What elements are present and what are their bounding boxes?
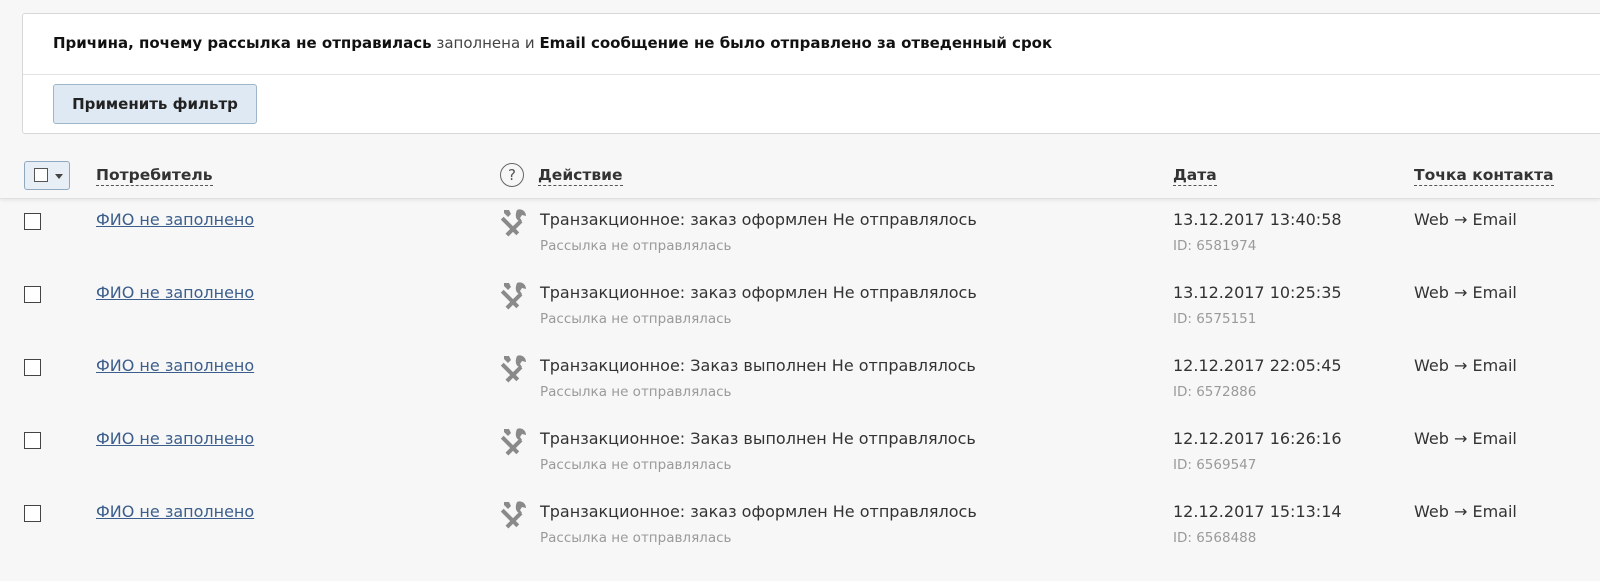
record-id: ID: 6568488 — [1173, 530, 1257, 546]
tools-icon — [499, 353, 529, 383]
filter-condition-1: Причина, почему рассылка не отправилась — [53, 34, 432, 52]
consumer-link[interactable]: ФИО не заполнено — [96, 283, 254, 302]
help-icon[interactable]: ? — [500, 163, 524, 187]
date-value: 12.12.2017 15:13:14 — [1173, 502, 1342, 521]
chevron-down-icon — [55, 174, 63, 179]
contact-point: Web → Email — [1414, 356, 1517, 375]
row-checkbox[interactable] — [24, 213, 41, 230]
date-value: 13.12.2017 13:40:58 — [1173, 210, 1342, 229]
table-row: ФИО не заполнено Транзакционное: заказ о… — [0, 271, 1600, 344]
action-status: Рассылка не отправлялась — [540, 457, 732, 473]
action-text: Транзакционное: заказ оформлен Не отправ… — [540, 210, 977, 229]
contact-point: Web → Email — [1414, 502, 1517, 521]
table-row: ФИО не заполнено Транзакционное: Заказ в… — [0, 344, 1600, 417]
action-text: Транзакционное: заказ оформлен Не отправ… — [540, 283, 977, 302]
tools-icon — [499, 280, 529, 310]
column-header-consumer[interactable]: Потребитель — [96, 166, 213, 186]
row-checkbox[interactable] — [24, 432, 41, 449]
action-text: Транзакционное: Заказ выполнен Не отправ… — [540, 429, 976, 448]
action-text: Транзакционное: заказ оформлен Не отправ… — [540, 502, 977, 521]
tools-icon — [499, 207, 529, 237]
consumer-link[interactable]: ФИО не заполнено — [96, 502, 254, 521]
filter-condition-2: Email сообщение не было отправлено за от… — [539, 34, 1053, 52]
row-checkbox[interactable] — [24, 359, 41, 376]
contact-point: Web → Email — [1414, 210, 1517, 229]
action-text: Транзакционное: Заказ выполнен Не отправ… — [540, 356, 976, 375]
row-checkbox[interactable] — [24, 505, 41, 522]
action-status: Рассылка не отправлялась — [540, 238, 732, 254]
record-id: ID: 6575151 — [1173, 311, 1257, 327]
table-row: ФИО не заполнено Транзакционное: заказ о… — [0, 198, 1600, 271]
filter-divider — [23, 74, 1600, 75]
record-id: ID: 6581974 — [1173, 238, 1257, 254]
table-row: ФИО не заполнено Транзакционное: заказ о… — [0, 490, 1600, 563]
date-value: 12.12.2017 16:26:16 — [1173, 429, 1342, 448]
column-header-action[interactable]: Действие — [538, 166, 623, 186]
consumer-link[interactable]: ФИО не заполнено — [96, 356, 254, 375]
filter-connector: заполнена и — [431, 34, 540, 52]
select-all-dropdown[interactable] — [24, 161, 70, 190]
action-status: Рассылка не отправлялась — [540, 384, 732, 400]
record-id: ID: 6572886 — [1173, 384, 1257, 400]
contact-point: Web → Email — [1414, 429, 1517, 448]
action-status: Рассылка не отправлялась — [540, 311, 732, 327]
consumer-link[interactable]: ФИО не заполнено — [96, 429, 254, 448]
column-header-contact-point[interactable]: Точка контакта — [1414, 166, 1554, 186]
tools-icon — [499, 499, 529, 529]
contact-point: Web → Email — [1414, 283, 1517, 302]
select-all-checkbox[interactable] — [34, 168, 48, 182]
action-status: Рассылка не отправлялась — [540, 530, 732, 546]
column-header-date[interactable]: Дата — [1173, 166, 1217, 186]
consumer-link[interactable]: ФИО не заполнено — [96, 210, 254, 229]
filter-panel: Причина, почему рассылка не отправилась … — [22, 13, 1600, 134]
table-header: Потребитель ? Действие Дата Точка контак… — [0, 150, 1600, 199]
date-value: 13.12.2017 10:25:35 — [1173, 283, 1342, 302]
table-row: ФИО не заполнено Транзакционное: Заказ в… — [0, 417, 1600, 490]
date-value: 12.12.2017 22:05:45 — [1173, 356, 1342, 375]
apply-filter-button[interactable]: Применить фильтр — [53, 84, 257, 124]
record-id: ID: 6569547 — [1173, 457, 1257, 473]
row-checkbox[interactable] — [24, 286, 41, 303]
tools-icon — [499, 426, 529, 456]
filter-summary: Причина, почему рассылка не отправилась … — [53, 34, 1052, 52]
